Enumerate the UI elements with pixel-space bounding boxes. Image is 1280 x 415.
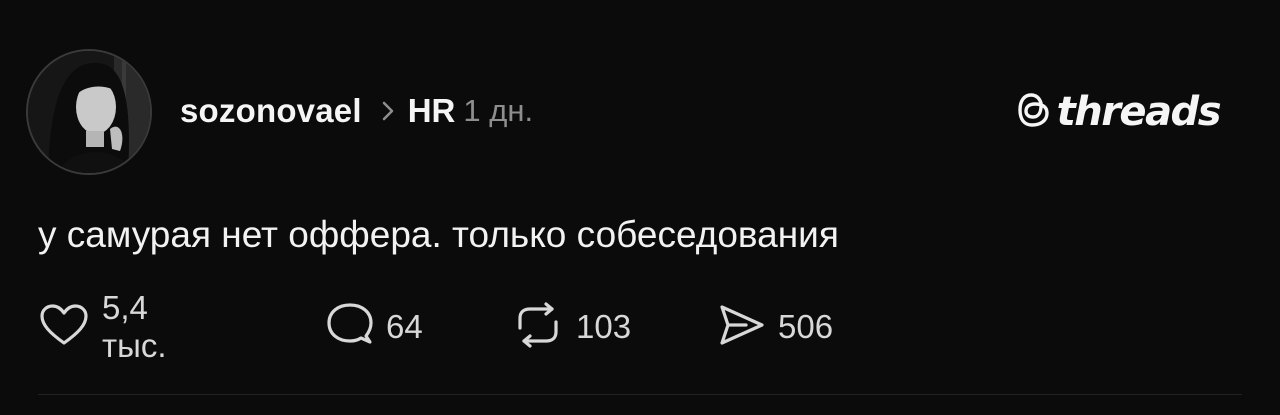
share-count: 506 — [778, 308, 834, 345]
threads-logo-icon — [1017, 91, 1051, 134]
avatar-photo — [28, 51, 150, 173]
post-header: sozonovael HR 1 дн. — [180, 86, 533, 136]
heart-icon — [38, 303, 90, 352]
reply-count: 64 — [386, 308, 423, 345]
comment-icon — [326, 302, 374, 353]
repost-count: 103 — [576, 308, 632, 345]
share-button[interactable]: 506 — [718, 303, 834, 352]
reply-button[interactable]: 64 — [326, 302, 423, 349]
like-button[interactable]: 5,4 тыс. — [38, 289, 167, 364]
repost-icon — [512, 301, 564, 353]
threads-brand[interactable]: threads — [1017, 86, 1222, 138]
thread-post: sozonovael HR 1 дн. threads у самурая не… — [0, 0, 1280, 415]
username-link[interactable]: sozonovael — [180, 92, 362, 130]
chevron-right-icon — [382, 101, 394, 121]
send-icon — [718, 303, 766, 352]
threads-wordmark: threads — [1056, 89, 1222, 135]
post-timestamp: 1 дн. — [463, 93, 534, 128]
topic-tag-link[interactable]: HR — [408, 92, 456, 130]
avatar[interactable] — [26, 49, 152, 175]
divider — [38, 394, 1242, 395]
like-count: 5,4 тыс. — [102, 289, 167, 364]
repost-button[interactable]: 103 — [512, 301, 632, 349]
post-body-text: у самурая нет оффера. только собеседован… — [38, 214, 839, 255]
